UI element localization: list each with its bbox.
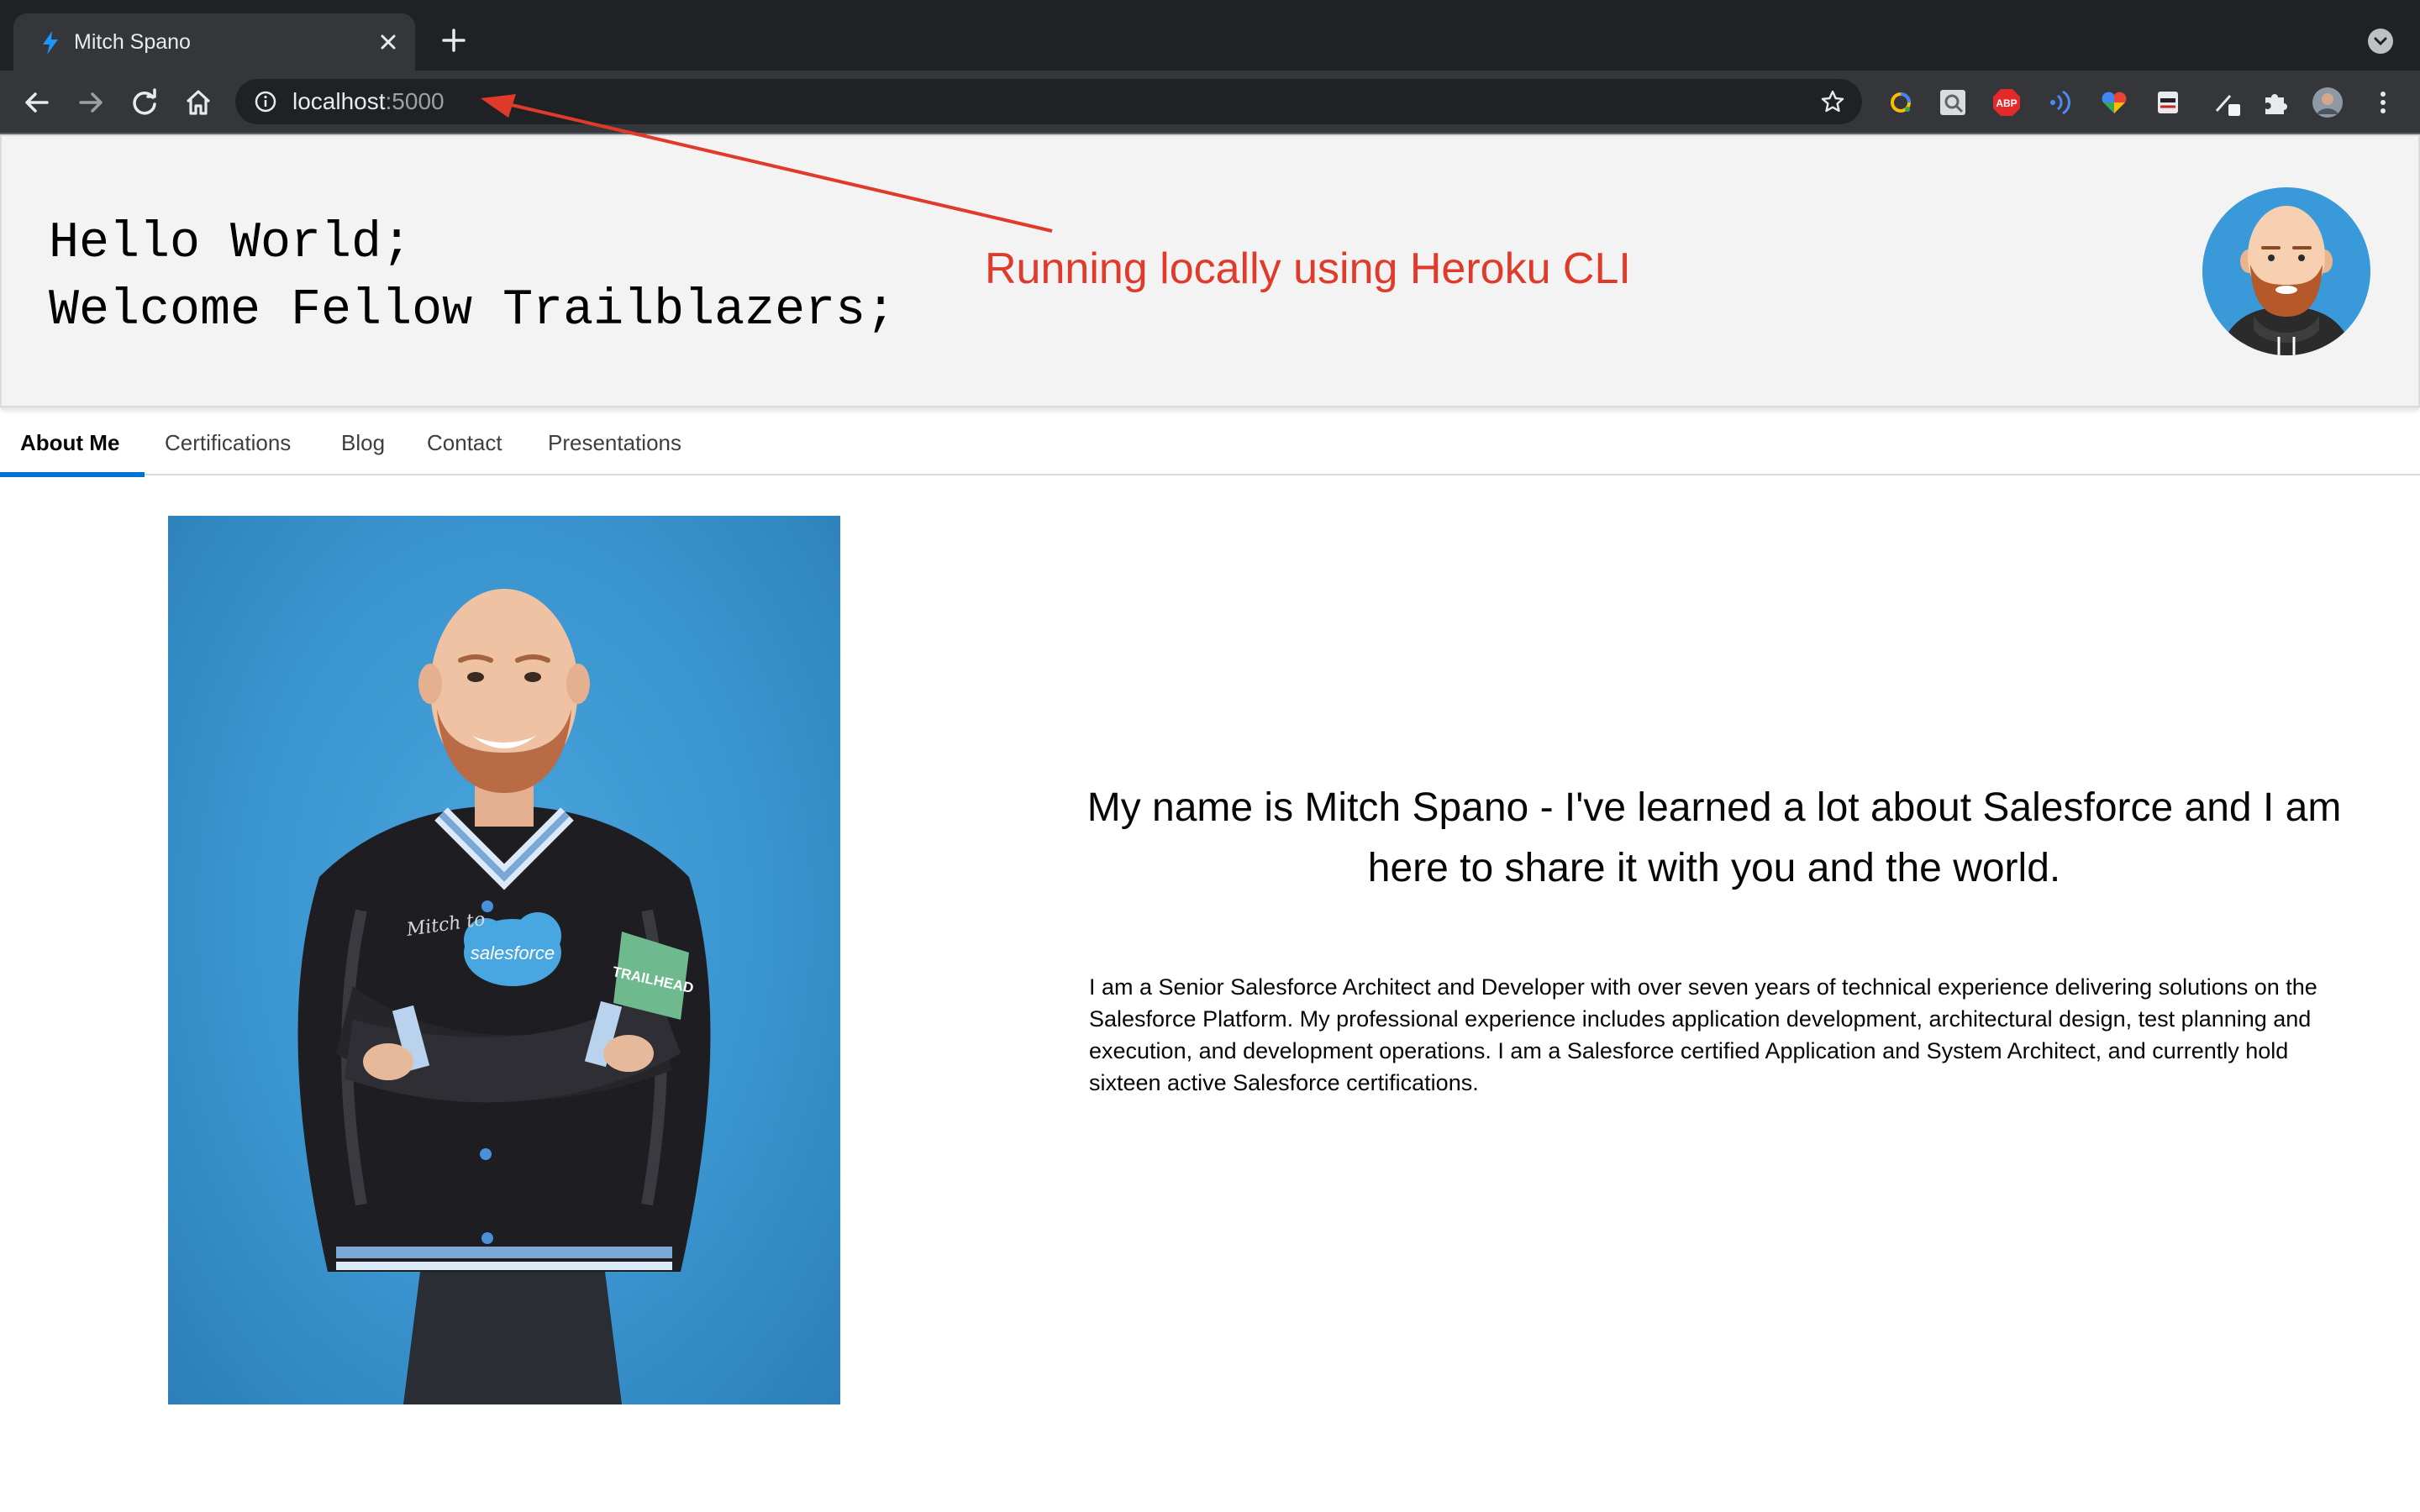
tab-about-me[interactable]: About Me	[0, 412, 145, 477]
tab-certifications[interactable]: Certifications	[145, 412, 311, 475]
greeting: Hello World; Welcome Fellow Trailblazers…	[49, 210, 896, 344]
greeting-line-2: Welcome Fellow Trailblazers;	[49, 282, 897, 339]
tab-blog[interactable]: Blog	[321, 412, 405, 475]
profile-photo: salesforce TRAILHEAD Mitch to	[168, 516, 840, 1404]
eyedropper-icon[interactable]	[2210, 86, 2244, 119]
agent-extension-icon[interactable]	[2151, 86, 2185, 119]
profile-photo-illustration: salesforce TRAILHEAD Mitch to	[297, 589, 711, 1404]
salesforce-badge-text: salesforce	[471, 942, 555, 963]
tab-search-icon[interactable]	[2368, 29, 2393, 54]
site-info-icon[interactable]	[254, 90, 277, 113]
browser-tab-strip: Mitch Spano	[0, 0, 2420, 71]
forward-icon[interactable]	[74, 86, 108, 119]
browser-tab[interactable]: Mitch Spano	[13, 13, 415, 71]
url-host: localhost	[292, 88, 386, 114]
greeting-line-1: Hello World;	[49, 215, 413, 272]
nav-tabs: About Me Certifications Blog Contact Pre…	[0, 412, 2420, 477]
address-bar[interactable]: localhost:5000	[235, 79, 1862, 124]
back-icon[interactable]	[20, 86, 54, 119]
lightning-bolt-icon	[43, 31, 58, 55]
url-text: localhost:5000	[292, 79, 445, 124]
url-port: :5000	[385, 88, 445, 114]
annotation-text: Running locally using Heroku CLI	[985, 244, 1631, 293]
about-heading: My name is Mitch Spano - I've learned a …	[1086, 785, 2342, 890]
tab-presentations[interactable]: Presentations	[528, 412, 702, 475]
home-icon[interactable]	[182, 86, 215, 119]
bookmark-star-icon[interactable]	[1820, 89, 1845, 114]
browser-toolbar: localhost:5000 ABP	[0, 71, 2420, 133]
heart-extension-icon[interactable]	[2097, 86, 2131, 119]
avatar	[2202, 187, 2370, 355]
audio-extension-icon[interactable]	[2044, 86, 2077, 119]
tab-title: Mitch Spano	[74, 30, 191, 54]
reload-icon[interactable]	[128, 86, 161, 119]
google-lens-icon[interactable]	[1884, 86, 1918, 119]
profile-avatar-icon[interactable]	[2311, 86, 2344, 119]
svg-text:ABP: ABP	[1996, 97, 2017, 109]
adblock-plus-icon[interactable]: ABP	[1990, 86, 2023, 119]
about-bio: I am a Senior Salesforce Architect and D…	[1089, 974, 2317, 1095]
puzzle-icon[interactable]	[2259, 86, 2292, 119]
tab-contact[interactable]: Contact	[407, 412, 523, 475]
more-menu-icon[interactable]	[2366, 86, 2400, 119]
new-tab-icon[interactable]	[437, 24, 471, 57]
screenshot-icon[interactable]	[1936, 86, 1970, 119]
close-tab-icon[interactable]	[375, 29, 402, 55]
